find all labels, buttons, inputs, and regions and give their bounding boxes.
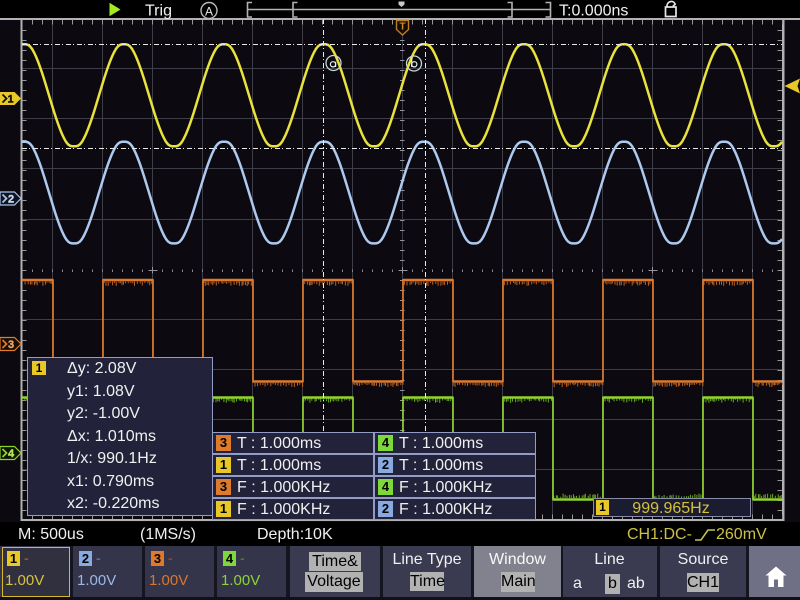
svg-text:Trig: Trig [145,3,172,20]
svg-text:2: 2 [8,194,14,206]
svg-text:4: 4 [8,448,15,460]
svg-text:3: 3 [8,339,14,351]
svg-text:1: 1 [7,94,13,106]
svg-text:T:0.000ns: T:0.000ns [559,3,628,20]
svg-text:T: T [399,22,405,33]
svg-text:A: A [205,5,213,19]
